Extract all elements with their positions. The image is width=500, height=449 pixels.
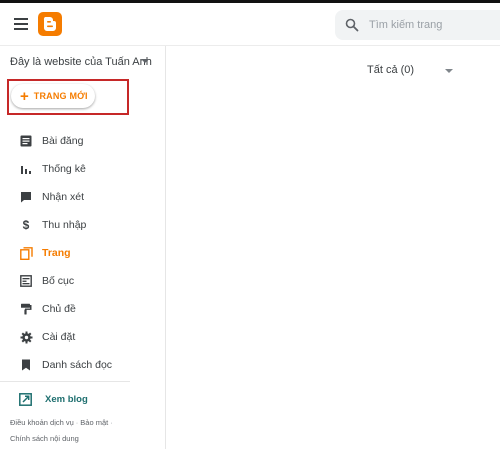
sidebar-item-label: Bố cục xyxy=(42,275,75,287)
chevron-down-icon[interactable] xyxy=(141,59,149,63)
search-box[interactable]: Tìm kiếm trang xyxy=(335,10,500,40)
stats-icon xyxy=(19,162,33,176)
sidebar-item-layout[interactable]: Bố cục xyxy=(0,268,166,294)
top-bar: Tìm kiếm trang xyxy=(0,0,500,46)
sidebar-item-label: Cài đặt xyxy=(42,331,76,343)
sidebar-item-earnings[interactable]: $ Thu nhập xyxy=(0,212,166,238)
view-blog-link[interactable]: Xem blog xyxy=(0,389,166,411)
sidebar-item-stats[interactable]: Thống kê xyxy=(0,156,166,182)
blogger-logo-icon[interactable] xyxy=(38,12,62,36)
sidebar-item-reading-list[interactable]: Danh sách đọc xyxy=(0,352,166,378)
filter-dropdown[interactable]: Tất cả (0) xyxy=(367,64,414,76)
terms-link[interactable]: Điều khoản dịch vụ xyxy=(10,418,74,427)
settings-icon xyxy=(19,330,33,344)
separator-dot: · xyxy=(110,418,113,427)
earnings-icon: $ xyxy=(22,218,30,232)
separator-dot: · xyxy=(75,418,79,427)
sidebar-item-label: Thu nhập xyxy=(42,219,87,231)
search-input[interactable]: Tìm kiếm trang xyxy=(369,19,442,31)
layout-icon xyxy=(19,274,33,288)
sidebar-item-comments[interactable]: Nhận xét xyxy=(0,184,166,210)
sidebar-item-settings[interactable]: Cài đặt xyxy=(0,324,166,350)
sidebar-divider xyxy=(0,381,130,382)
posts-icon xyxy=(19,134,33,148)
sidebar-item-label: Chủ đề xyxy=(42,303,76,315)
search-icon xyxy=(345,18,359,32)
open-in-new-icon xyxy=(19,393,32,406)
pages-icon xyxy=(19,246,33,260)
sidebar-item-label: Danh sách đọc xyxy=(42,359,113,371)
comments-icon xyxy=(19,190,33,204)
sidebar-item-theme[interactable]: Chủ đề xyxy=(0,296,166,322)
sidebar-item-label: Trang xyxy=(42,247,71,259)
sidebar-item-label: Thống kê xyxy=(42,163,86,175)
content-policy-link[interactable]: Chính sách nội dung xyxy=(10,434,79,443)
footer-links: Điều khoản dịch vụ · Bảo mật · Chính sách n… xyxy=(10,415,115,447)
sidebar: Đây là website của Tuấn Anh + TRANG MỚI … xyxy=(0,46,166,449)
blog-selector[interactable]: Đây là website của Tuấn Anh xyxy=(10,56,152,68)
chevron-down-icon[interactable] xyxy=(445,69,453,73)
sidebar-item-pages[interactable]: Trang xyxy=(0,240,166,266)
sidebar-item-posts[interactable]: Bài đăng xyxy=(0,128,166,154)
view-blog-label: Xem blog xyxy=(45,394,88,405)
reading-list-icon xyxy=(19,358,33,372)
sidebar-item-label: Bài đăng xyxy=(42,135,84,147)
new-page-button[interactable]: + TRANG MỚI xyxy=(11,84,95,108)
new-page-label: TRANG MỚI xyxy=(33,91,88,101)
theme-icon xyxy=(19,302,33,316)
sidebar-item-label: Nhận xét xyxy=(42,191,85,203)
plus-icon: + xyxy=(20,87,29,105)
hamburger-menu-icon[interactable] xyxy=(14,18,28,30)
privacy-link[interactable]: Bảo mật xyxy=(80,418,108,427)
